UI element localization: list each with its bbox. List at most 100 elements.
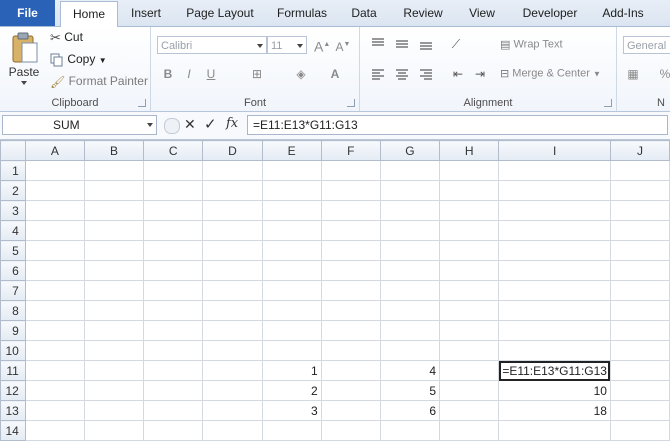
cell-b13[interactable]: [83, 400, 145, 421]
cell-d5[interactable]: [202, 240, 263, 261]
cell-c14[interactable]: [143, 420, 204, 441]
bold-icon[interactable]: B: [160, 66, 176, 82]
column-header[interactable]: A: [24, 140, 85, 161]
cell-a6[interactable]: [24, 260, 85, 281]
column-header[interactable]: E: [261, 140, 322, 161]
cell-h2[interactable]: [439, 180, 500, 201]
cell-i12[interactable]: 10: [498, 380, 611, 401]
percent-icon[interactable]: %: [657, 66, 670, 82]
cell-b2[interactable]: [83, 180, 145, 201]
font-color-icon[interactable]: A: [327, 66, 343, 82]
formula-input[interactable]: =E11:E13*G11:G13: [247, 115, 668, 135]
cell-g9[interactable]: [379, 320, 441, 341]
cell-h9[interactable]: [439, 320, 500, 341]
cell-e11[interactable]: 1: [261, 360, 322, 381]
cell-b11[interactable]: [83, 360, 145, 381]
cell-h5[interactable]: [439, 240, 500, 261]
cell-c9[interactable]: [143, 320, 204, 341]
format-painter-button[interactable]: 🖌 Format Painter: [50, 74, 148, 89]
cell-i3[interactable]: [498, 200, 611, 221]
cell-i7[interactable]: [498, 280, 611, 301]
cell-d11[interactable]: [202, 360, 263, 381]
cell-g11[interactable]: 4: [379, 360, 441, 381]
cell-d8[interactable]: [202, 300, 263, 321]
cell-e10[interactable]: [261, 340, 322, 361]
cell-a2[interactable]: [24, 180, 85, 201]
cell-g12[interactable]: 5: [379, 380, 441, 401]
column-header[interactable]: J: [609, 140, 670, 161]
cell-d14[interactable]: [202, 420, 263, 441]
row-header[interactable]: 10: [0, 340, 26, 361]
name-box[interactable]: SUM: [2, 115, 157, 135]
cell-c1[interactable]: [143, 160, 204, 181]
cell-j7[interactable]: [609, 280, 670, 301]
cell-g5[interactable]: [379, 240, 441, 261]
cell-g7[interactable]: [379, 280, 441, 301]
copy-button[interactable]: Copy ▼: [50, 52, 107, 67]
cell-f14[interactable]: [320, 420, 381, 441]
cell-i6[interactable]: [498, 260, 611, 281]
cell-a12[interactable]: [24, 380, 85, 401]
cell-h1[interactable]: [439, 160, 500, 181]
cell-i4[interactable]: [498, 220, 611, 241]
cell-b4[interactable]: [83, 220, 145, 241]
cell-f4[interactable]: [320, 220, 381, 241]
cell-h4[interactable]: [439, 220, 500, 241]
tab-data[interactable]: Data: [344, 0, 384, 26]
row-header[interactable]: 13: [0, 400, 26, 421]
cell-a9[interactable]: [24, 320, 85, 341]
cell-i11[interactable]: =E11:E13*G11:G13: [498, 360, 611, 381]
enter-icon[interactable]: ✓: [204, 115, 217, 133]
cell-e12[interactable]: 2: [261, 380, 322, 401]
cell-j6[interactable]: [609, 260, 670, 281]
row-header[interactable]: 14: [0, 420, 26, 441]
tab-developer[interactable]: Developer: [514, 0, 586, 26]
cell-e3[interactable]: [261, 200, 322, 221]
cell-b10[interactable]: [83, 340, 145, 361]
cell-c12[interactable]: [143, 380, 204, 401]
cell-f3[interactable]: [320, 200, 381, 221]
cell-h3[interactable]: [439, 200, 500, 221]
cell-j5[interactable]: [609, 240, 670, 261]
cell-d10[interactable]: [202, 340, 263, 361]
column-header[interactable]: I: [498, 140, 611, 161]
cell-e6[interactable]: [261, 260, 322, 281]
cell-b14[interactable]: [83, 420, 145, 441]
row-header[interactable]: 12: [0, 380, 26, 401]
row-header[interactable]: 11: [0, 360, 26, 381]
cell-f12[interactable]: [320, 380, 381, 401]
cell-e8[interactable]: [261, 300, 322, 321]
dialog-launcher-icon[interactable]: [604, 99, 612, 107]
cell-j4[interactable]: [609, 220, 670, 241]
cell-c13[interactable]: [143, 400, 204, 421]
cell-a13[interactable]: [24, 400, 85, 421]
cell-h10[interactable]: [439, 340, 500, 361]
cell-j9[interactable]: [609, 320, 670, 341]
cell-b6[interactable]: [83, 260, 145, 281]
tab-review[interactable]: Review: [396, 0, 450, 26]
cell-j3[interactable]: [609, 200, 670, 221]
cell-j14[interactable]: [609, 420, 670, 441]
cell-e13[interactable]: 3: [261, 400, 322, 421]
tab-add-ins[interactable]: Add-Ins: [596, 0, 650, 26]
cell-g4[interactable]: [379, 220, 441, 241]
row-header[interactable]: 4: [0, 220, 26, 241]
cut-button[interactable]: ✂ Cut: [50, 30, 83, 46]
row-header[interactable]: 3: [0, 200, 26, 221]
cell-e5[interactable]: [261, 240, 322, 261]
cell-h13[interactable]: [439, 400, 500, 421]
cell-a5[interactable]: [24, 240, 85, 261]
tab-file[interactable]: File: [0, 0, 55, 26]
cell-i5[interactable]: [498, 240, 611, 261]
column-header[interactable]: F: [320, 140, 381, 161]
cell-b5[interactable]: [83, 240, 145, 261]
row-header[interactable]: 7: [0, 280, 26, 301]
font-size-combo[interactable]: 11: [267, 36, 307, 54]
row-header[interactable]: 1: [0, 160, 26, 181]
cell-h12[interactable]: [439, 380, 500, 401]
cell-d6[interactable]: [202, 260, 263, 281]
cell-b1[interactable]: [83, 160, 145, 181]
cell-d9[interactable]: [202, 320, 263, 341]
number-format-combo[interactable]: General: [623, 36, 670, 54]
cell-f11[interactable]: [320, 360, 381, 381]
